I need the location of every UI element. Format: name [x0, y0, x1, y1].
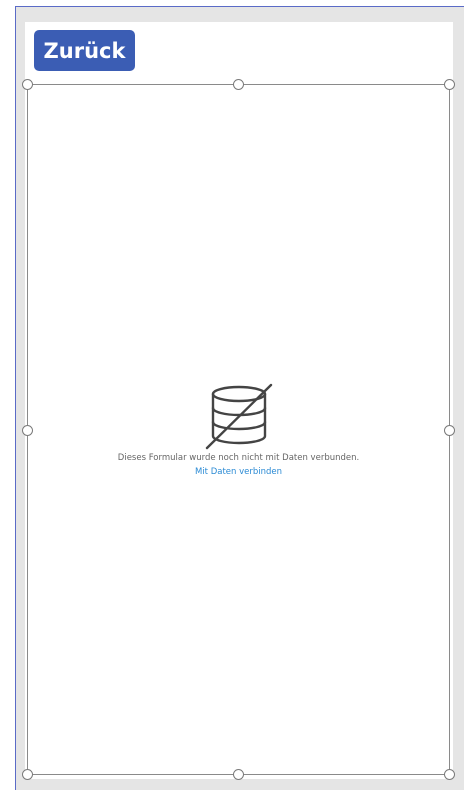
database-disconnected-icon: [205, 383, 273, 450]
connect-data-link[interactable]: Mit Daten verbinden: [27, 467, 450, 477]
resize-handle-top-right[interactable]: [444, 79, 455, 90]
resize-handle-top-center[interactable]: [233, 79, 244, 90]
resize-handle-bottom-left[interactable]: [22, 769, 33, 780]
resize-handle-middle-left[interactable]: [22, 425, 33, 436]
resize-handle-bottom-center[interactable]: [233, 769, 244, 780]
resize-handle-bottom-right[interactable]: [444, 769, 455, 780]
back-button[interactable]: Zurück: [34, 30, 135, 71]
empty-state-message: Dieses Formular wurde noch nicht mit Dat…: [117, 453, 360, 463]
resize-handle-top-left[interactable]: [22, 79, 33, 90]
canvas: Zurück Dieses Formular wurde noch nicht …: [0, 0, 464, 790]
resize-handle-middle-right[interactable]: [444, 425, 455, 436]
